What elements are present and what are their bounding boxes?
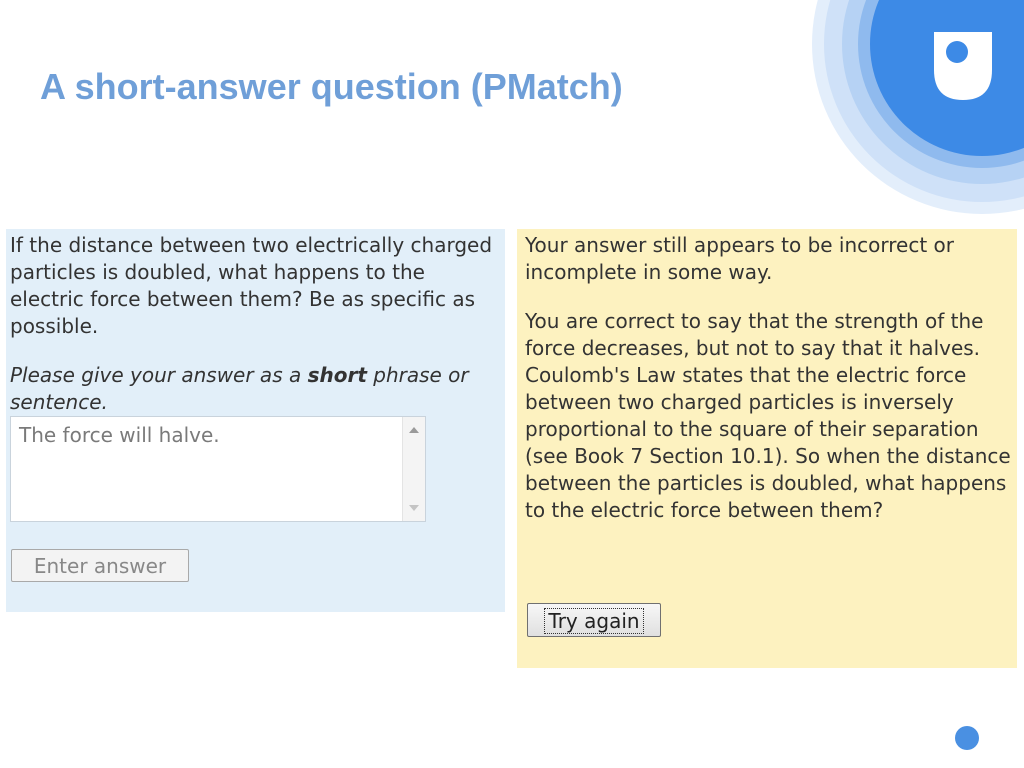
answer-text: The force will halve.: [19, 423, 220, 447]
question-text: If the distance between two electrically…: [10, 233, 493, 338]
answer-instruction: Please give your answer as a short phras…: [10, 362, 500, 416]
blue-dot-icon: [955, 726, 979, 750]
instruction-emphasis: short: [307, 363, 367, 387]
try-again-button[interactable]: Try again: [527, 603, 661, 637]
feedback-panel: Your answer still appears to be incorrec…: [517, 229, 1017, 668]
slide-title: A short-answer question (PMatch): [40, 66, 623, 107]
scroll-up-icon[interactable]: [409, 427, 419, 433]
feedback-explanation: You are correct to say that the strength…: [525, 309, 1011, 522]
scroll-down-icon[interactable]: [409, 505, 419, 511]
feedback-status: Your answer still appears to be incorrec…: [525, 233, 955, 284]
try-again-label: Try again: [544, 608, 644, 634]
answer-scrollbar[interactable]: [402, 417, 425, 521]
instruction-start: Please give your answer as a: [10, 363, 308, 387]
open-university-logo-icon: [812, 0, 1024, 214]
enter-answer-button[interactable]: Enter answer: [11, 549, 189, 582]
answer-textarea[interactable]: The force will halve.: [10, 416, 426, 522]
question-panel: If the distance between two electrically…: [6, 229, 505, 612]
